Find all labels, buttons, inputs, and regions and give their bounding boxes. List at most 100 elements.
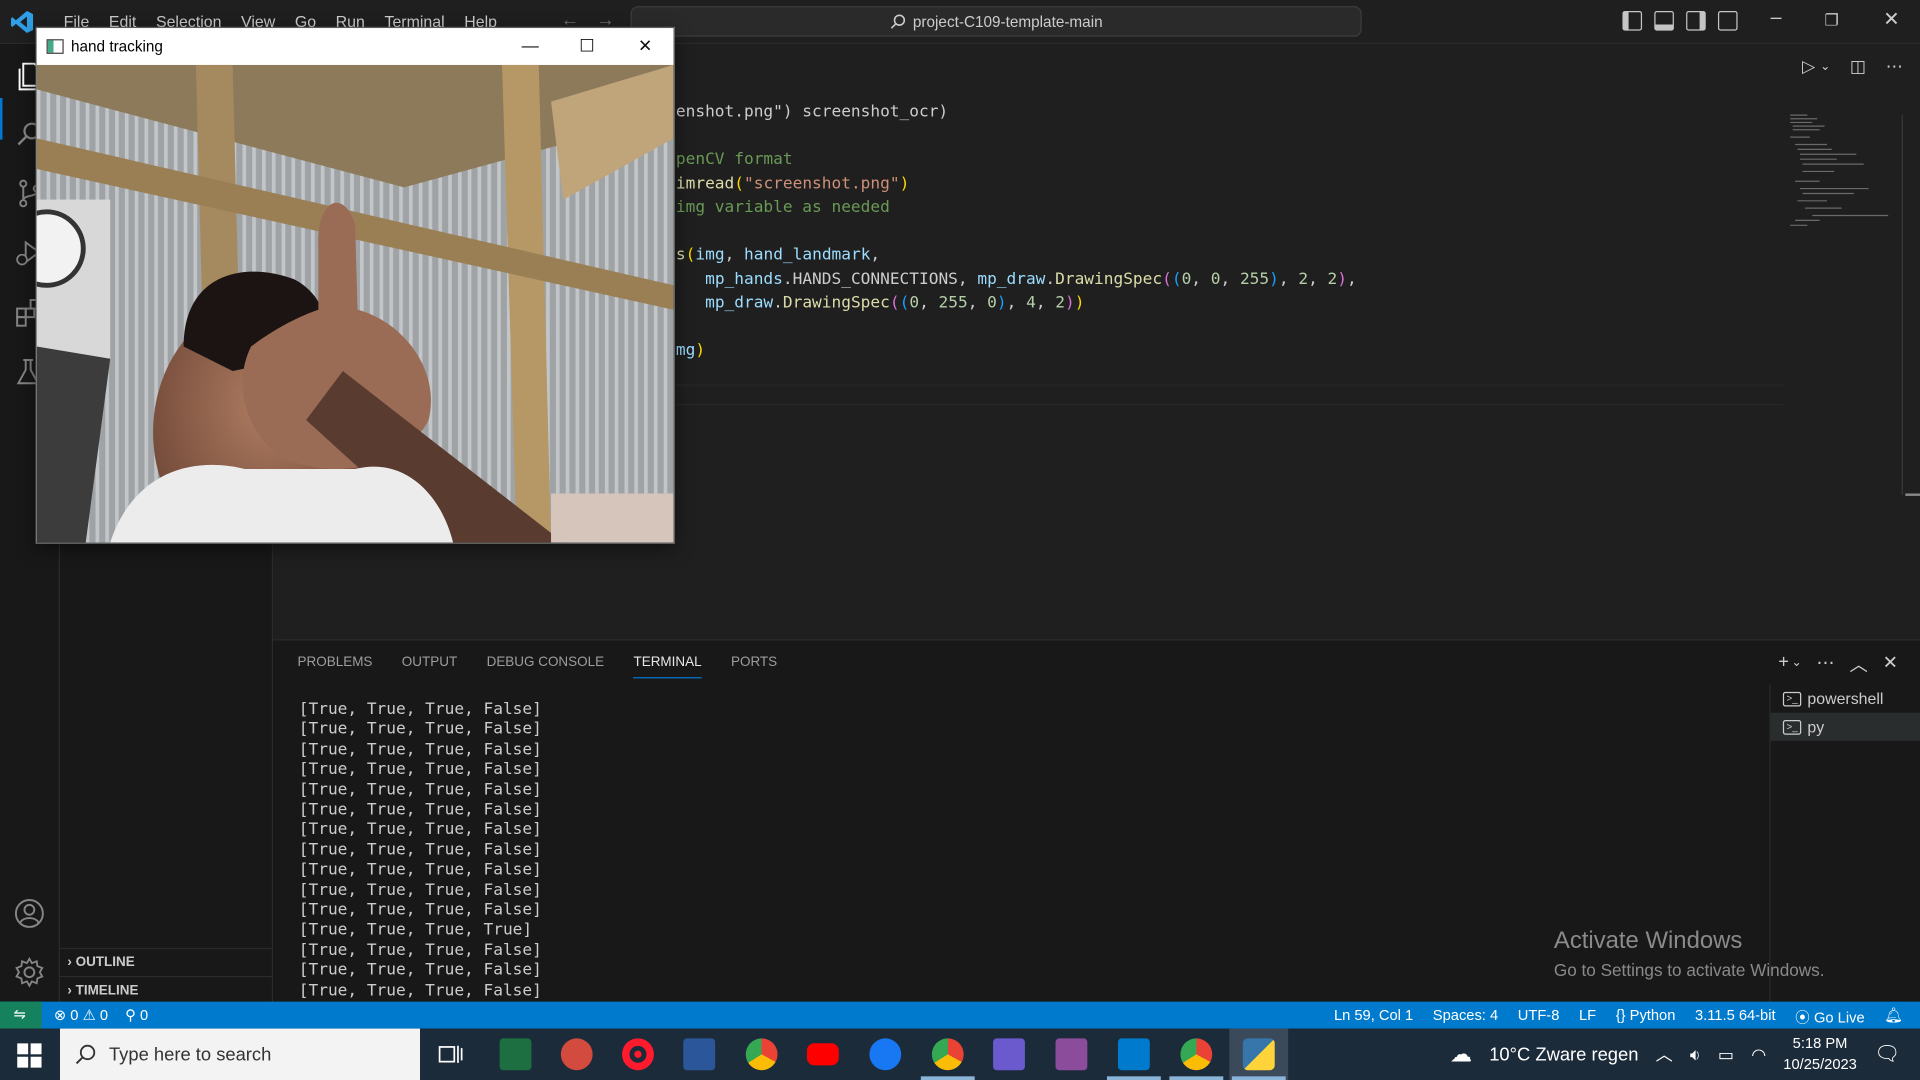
toggle-sidebar-icon[interactable]	[1622, 11, 1643, 31]
code-token: ,	[1035, 293, 1056, 313]
manage-gear-icon[interactable]	[12, 955, 46, 989]
terminal-output[interactable]: [True, True, True, False] [True, True, Tr…	[299, 700, 542, 1001]
word-icon[interactable]	[683, 1038, 716, 1071]
code-token: 0	[987, 293, 997, 313]
chevron-right-icon: ›	[67, 955, 76, 970]
tab-debug-console[interactable]: DEBUG CONSOLE	[487, 655, 605, 678]
minimize-icon[interactable]: –	[1771, 7, 1782, 29]
more-actions-icon[interactable]: ⋯	[1816, 651, 1834, 677]
youtube-icon[interactable]	[806, 1043, 839, 1066]
chevron-up-icon[interactable]: ︿	[1656, 1042, 1673, 1066]
ports-status[interactable]: ⚲ 0	[125, 1007, 148, 1024]
more-actions-icon[interactable]: ⋯	[1886, 56, 1903, 77]
code-line[interactable]: img variable as needed	[676, 196, 1357, 220]
terminal-item-powershell[interactable]: >_ powershell	[1771, 684, 1920, 712]
code-line[interactable]: penCV format	[676, 148, 1357, 172]
taskbar-search-box[interactable]: Type here to search	[60, 1028, 421, 1080]
customize-layout-icon[interactable]	[1717, 11, 1738, 31]
code-token: )	[695, 341, 706, 361]
chrome-icon[interactable]	[745, 1038, 778, 1071]
problems-status[interactable]: ⊗ 0 ⚠ 0	[54, 1007, 108, 1024]
terminal-line: [True, True, True, False]	[298, 961, 542, 980]
end-of-line[interactable]: LF	[1579, 1007, 1596, 1028]
wifi-icon[interactable]: ◠	[1751, 1044, 1766, 1065]
editor-scrollbar[interactable]	[1901, 115, 1903, 495]
app-icon[interactable]	[560, 1038, 593, 1071]
window-title: hand tracking	[71, 37, 163, 56]
command-center-search[interactable]: project-C109-template-main	[630, 6, 1362, 37]
minimize-icon[interactable]: —	[522, 36, 539, 56]
encoding[interactable]: UTF-8	[1518, 1007, 1560, 1028]
maximize-icon[interactable]: ☐	[579, 36, 594, 57]
code-token: 255	[938, 293, 968, 313]
windows-start-icon[interactable]	[17, 1043, 42, 1068]
close-icon[interactable]: ✕	[1883, 7, 1899, 31]
hand-tracking-window[interactable]: hand tracking — ☐ ✕	[35, 26, 675, 544]
tab-terminal[interactable]: TERMINAL	[633, 655, 702, 679]
weather-text[interactable]: 10°C Zware regen	[1489, 1044, 1638, 1065]
tab-output[interactable]: OUTPUT	[402, 655, 457, 678]
code-token: mp_hands	[705, 270, 783, 289]
run-dropdown-icon[interactable]: ⌄	[1820, 60, 1830, 77]
notification-center-icon[interactable]: 🗨︎	[1874, 1042, 1900, 1066]
excel-icon[interactable]	[499, 1038, 532, 1071]
code-token: (	[899, 293, 910, 313]
close-icon[interactable]: ✕	[638, 36, 652, 57]
timeline-section-header[interactable]: › TIMELINE	[60, 975, 274, 1003]
split-editor-icon[interactable]: ◫	[1850, 56, 1866, 77]
chrome-profile-icon[interactable]	[931, 1038, 964, 1071]
clock[interactable]: 5:18 PM 10/25/2023	[1783, 1033, 1857, 1075]
battery-icon[interactable]: ▭	[1718, 1044, 1734, 1065]
toggle-secondary-sidebar-icon[interactable]	[1686, 11, 1706, 31]
python-taskbar-active[interactable]	[1229, 1028, 1289, 1080]
notifications-bell-icon[interactable]: 🔔︎	[1884, 1007, 1903, 1028]
accounts-icon[interactable]	[12, 896, 46, 930]
chrome-profile-icon[interactable]	[1180, 1038, 1213, 1071]
go-live-button[interactable]: ⦿ Go Live	[1795, 1007, 1864, 1028]
remote-indicator[interactable]: ⇋	[0, 1001, 42, 1029]
code-line[interactable]: s(img, hand_landmark,	[676, 244, 1357, 268]
code-line[interactable]: mp_draw.DrawingSpec((0, 255, 0), 4, 2))	[676, 291, 1357, 315]
vscode-taskbar-icon[interactable]	[1117, 1038, 1150, 1071]
current-line-highlight	[675, 384, 1783, 406]
toggle-panel-icon[interactable]	[1654, 11, 1674, 31]
outline-section-header[interactable]: › OUTLINE	[60, 947, 274, 975]
tab-ports[interactable]: PORTS	[731, 655, 777, 678]
winrar-icon[interactable]	[1055, 1038, 1088, 1071]
facebook-icon[interactable]	[869, 1038, 902, 1071]
terminal-item-py[interactable]: >_ py	[1770, 712, 1920, 741]
cursor-position[interactable]: Ln 59, Col 1	[1334, 1007, 1413, 1028]
python-interpreter[interactable]: 3.11.5 64-bit	[1695, 1007, 1776, 1028]
opera-icon[interactable]	[622, 1038, 654, 1071]
code-token: enshot.png") screenshot_ocr)	[675, 102, 949, 122]
indentation[interactable]: Spaces: 4	[1433, 1007, 1498, 1028]
run-python-icon[interactable]: ▷	[1802, 56, 1815, 77]
tab-problems[interactable]: PROBLEMS	[298, 655, 373, 678]
code-line[interactable]: enshot.png") screenshot_ocr)	[676, 100, 1357, 124]
code-line[interactable]	[676, 315, 1357, 339]
code-line[interactable]	[676, 220, 1357, 244]
code-line[interactable]: imread("screenshot.png")	[676, 172, 1357, 196]
maximize-panel-icon[interactable]: ︿	[1849, 651, 1867, 677]
code-line[interactable]: mp_hands.HANDS_CONNECTIONS, mp_draw.Draw…	[676, 268, 1357, 292]
close-panel-icon[interactable]: ✕	[1883, 651, 1898, 677]
weather-icon[interactable]: ☁	[1450, 1041, 1472, 1067]
window-title-bar[interactable]: hand tracking — ☐ ✕	[36, 28, 674, 65]
code-line[interactable]	[676, 124, 1357, 148]
outline-label: OUTLINE	[75, 955, 135, 970]
new-terminal-icon[interactable]: +	[1778, 651, 1789, 677]
chevron-right-icon: ›	[67, 983, 76, 998]
minimap[interactable]	[1783, 113, 1901, 248]
volume-icon[interactable]: 🔉︎	[1690, 1044, 1701, 1065]
code-line[interactable]: mg)	[676, 339, 1357, 363]
restore-icon[interactable]: ❐	[1825, 11, 1839, 31]
terminal-dropdown-icon[interactable]: ⌄	[1791, 656, 1801, 677]
code-token: ,	[1191, 270, 1211, 289]
code-lines[interactable]: enshot.png") screenshot_ocr) penCV format…	[676, 100, 1357, 363]
braces-icon: {}	[1615, 1006, 1626, 1024]
language-mode[interactable]: {} Python	[1616, 1007, 1676, 1028]
task-view-icon[interactable]	[438, 1043, 463, 1065]
code-token: )	[1065, 293, 1075, 313]
go-live-label: Go Live	[1813, 1008, 1865, 1027]
vpn-icon[interactable]	[993, 1038, 1025, 1071]
